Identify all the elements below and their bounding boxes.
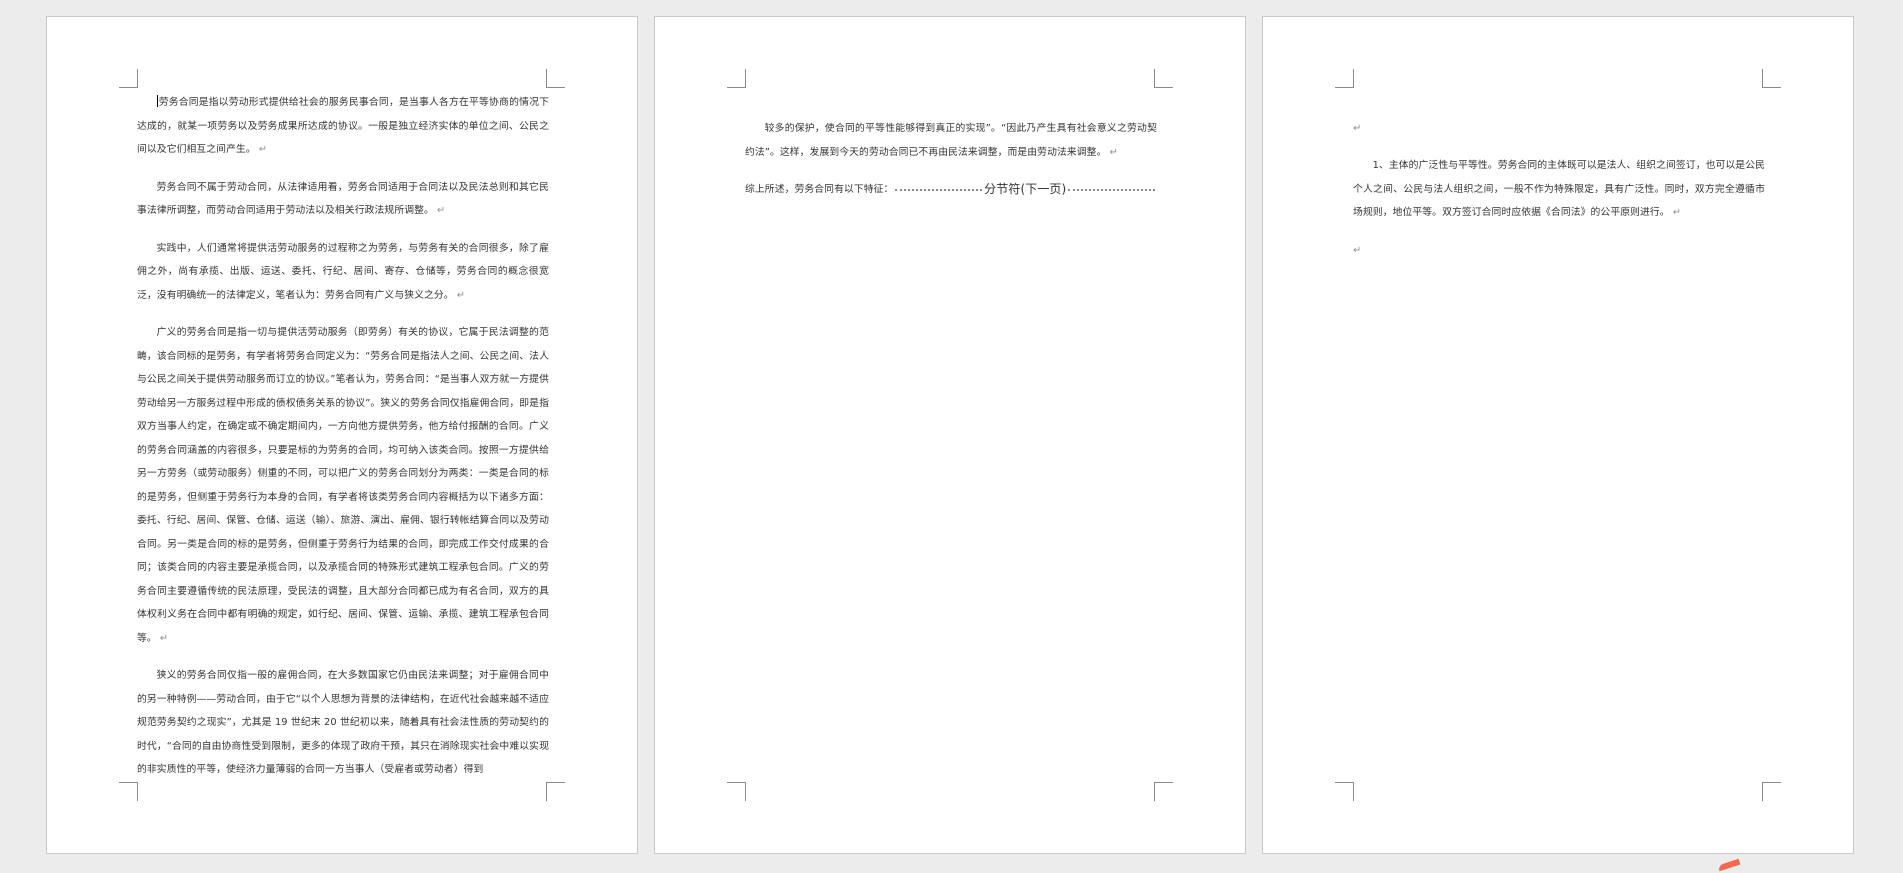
paragraph-mark: ↵ <box>258 144 268 155</box>
paragraph[interactable]: 广义的劳务合同是指一切与提供活劳动服务（即劳务）有关的协议，它属于民法调整的范畴… <box>137 321 549 650</box>
crop-mark-bottom-left <box>1335 782 1354 801</box>
crop-mark-top-left <box>727 69 746 88</box>
document-page-3[interactable]: ↵ 1、主体的广泛性与平等性。劳务合同的主体既可以是法人、组织之间签订，也可以是… <box>1262 16 1854 854</box>
page-1-body[interactable]: 劳务合同是指以劳动形式提供给社会的服务民事合同，是当事人各方在平等协商的情况下达… <box>137 91 549 796</box>
crop-mark-top-right <box>1762 69 1781 88</box>
paragraph-mark: ↵ <box>159 632 169 644</box>
paragraph-text: 1、主体的广泛性与平等性。劳务合同的主体既可以是法人、组织之间签订，也可以是公民… <box>1353 160 1765 218</box>
paragraph-text: 较多的保护，使合同的平等性能够得到真正的实现”。“因此乃产生具有社会意义之劳动契… <box>745 123 1157 158</box>
section-break-dots-left <box>895 188 983 191</box>
paragraph[interactable]: 较多的保护，使合同的平等性能够得到真正的实现”。“因此乃产生具有社会意义之劳动契… <box>745 117 1157 164</box>
paragraph[interactable]: 狭义的劳务合同仅指一般的雇佣合同，在大多数国家它仍由民法来调整；对于雇佣合同中的… <box>137 664 549 782</box>
paragraph[interactable]: 实践中，人们通常将提供活劳动服务的过程称之为劳务，与劳务有关的合同很多，除了雇佣… <box>137 237 549 308</box>
paragraph-text: 实践中，人们通常将提供活劳动服务的过程称之为劳务，与劳务有关的合同很多，除了雇佣… <box>137 242 549 301</box>
crop-mark-bottom-right <box>1762 782 1781 801</box>
document-workspace: 劳务合同是指以劳动形式提供给社会的服务民事合同，是当事人各方在平等协商的情况下达… <box>0 0 1903 873</box>
crop-mark-top-right <box>546 69 565 88</box>
crop-mark-bottom-right <box>1154 782 1173 801</box>
page-2-body[interactable]: 较多的保护，使合同的平等性能够得到真正的实现”。“因此乃产生具有社会意义之劳动契… <box>745 117 1157 216</box>
crop-mark-top-left <box>119 69 138 88</box>
crop-mark-bottom-left <box>119 782 138 801</box>
paragraph[interactable]: 1、主体的广泛性与平等性。劳务合同的主体既可以是法人、组织之间签订，也可以是公民… <box>1353 154 1765 225</box>
empty-paragraph-mark[interactable]: ↵ <box>1353 239 1765 262</box>
document-page-1[interactable]: 劳务合同是指以劳动形式提供给社会的服务民事合同，是当事人各方在平等协商的情况下达… <box>46 16 638 854</box>
floating-widget-edge[interactable] <box>1717 858 1741 872</box>
paragraph[interactable]: 劳务合同是指以劳动形式提供给社会的服务民事合同，是当事人各方在平等协商的情况下达… <box>137 91 549 162</box>
paragraph-text: 狭义的劳务合同仅指一般的雇佣合同，在大多数国家它仍由民法来调整；对于雇佣合同中的… <box>137 670 549 775</box>
text-cursor <box>156 95 158 107</box>
empty-paragraph-mark[interactable]: ↵ <box>1353 117 1765 140</box>
paragraph[interactable]: 劳务合同不属于劳动合同，从法律适用看，劳务合同适用于合同法以及民法总则和其它民事… <box>137 176 549 223</box>
paragraph-mark: ↵ <box>1109 146 1118 158</box>
paragraph-text: 广义的劳务合同是指一切与提供活劳动服务（即劳务）有关的协议，它属于民法调整的范畴… <box>137 327 549 644</box>
section-break-dots-right <box>1068 188 1155 191</box>
section-break-label: 分节符(下一页) <box>984 182 1067 196</box>
crop-mark-top-right <box>1154 69 1173 88</box>
closing-text: 综上所述，劳务合同有以下特征： <box>745 184 894 195</box>
section-break-line[interactable]: 综上所述，劳务合同有以下特征： 分节符(下一页) <box>745 178 1157 202</box>
paragraph-mark: ↵ <box>436 205 446 216</box>
paragraph-mark: ↵ <box>1672 207 1682 218</box>
document-page-2[interactable]: 较多的保护，使合同的平等性能够得到真正的实现”。“因此乃产生具有社会意义之劳动契… <box>654 16 1246 854</box>
crop-mark-bottom-left <box>727 782 746 801</box>
crop-mark-top-left <box>1335 69 1354 88</box>
paragraph-mark: ↵ <box>456 289 466 301</box>
paragraph-text: 劳务合同不属于劳动合同，从法律适用看，劳务合同适用于合同法以及民法总则和其它民事… <box>137 181 549 217</box>
page-3-body[interactable]: ↵ 1、主体的广泛性与平等性。劳务合同的主体既可以是法人、组织之间签订，也可以是… <box>1353 117 1765 276</box>
paragraph-text: 劳务合同是指以劳动形式提供给社会的服务民事合同，是当事人各方在平等协商的情况下达… <box>137 97 549 155</box>
